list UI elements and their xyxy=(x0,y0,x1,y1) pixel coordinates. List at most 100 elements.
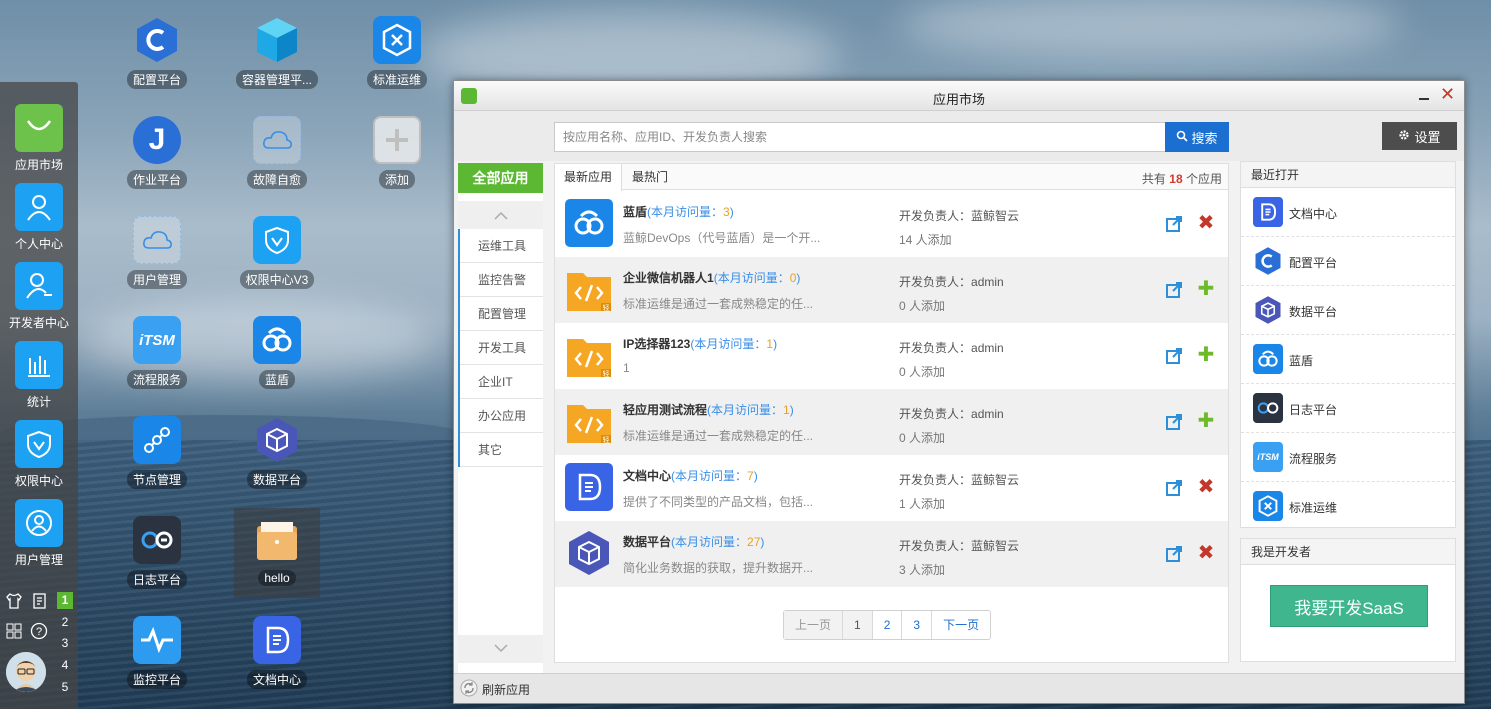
desktop-icon-fault-recovery[interactable]: 故障自愈 xyxy=(232,108,322,198)
recent-item[interactable]: 日志平台 xyxy=(1241,384,1455,433)
app-name[interactable]: 数据平台(本月访问量：27) xyxy=(623,533,764,550)
recent-label: 蓝盾 xyxy=(1289,354,1314,368)
desktop-icon-doc-center[interactable]: 文档中心 xyxy=(232,608,322,698)
recent-item[interactable]: 文档中心 xyxy=(1241,188,1455,237)
remove-icon[interactable]: ✖ xyxy=(1195,476,1217,498)
recent-item[interactable]: 标准运维 xyxy=(1241,482,1455,531)
dock-item-app-market[interactable]: 应用市场 xyxy=(0,104,78,182)
dock-item-user-management[interactable]: 用户管理 xyxy=(0,499,78,577)
avatar[interactable] xyxy=(6,652,46,692)
open-external-icon[interactable] xyxy=(1165,281,1183,299)
close-icon[interactable]: ✕ xyxy=(1440,85,1456,103)
category-item[interactable]: 配置管理 xyxy=(460,297,543,331)
minimize-icon[interactable] xyxy=(1416,87,1432,103)
app-name[interactable]: IP选择器123(本月访问量：1) xyxy=(623,335,777,352)
open-external-icon[interactable] xyxy=(1165,479,1183,497)
desktop-icon-bluekingdevops[interactable]: 蓝盾 xyxy=(232,308,322,398)
category-all-apps[interactable]: 全部应用 xyxy=(458,163,543,193)
desktop-icon-itsm[interactable]: iTSM 流程服务 xyxy=(112,308,202,398)
desktop-icon-standard-ops[interactable]: 标准运维 xyxy=(352,8,442,98)
category-item[interactable]: 监控告警 xyxy=(460,263,543,297)
app-name[interactable]: 蓝盾(本月访问量：3) xyxy=(623,203,734,220)
category-item[interactable]: 运维工具 xyxy=(460,229,543,263)
visits-label: 本月访问量： xyxy=(717,271,790,285)
recent-item[interactable]: 数据平台 xyxy=(1241,286,1455,335)
page-1[interactable]: 1 xyxy=(843,611,873,639)
desktop-icon-label: 故障自愈 xyxy=(246,170,307,189)
workspace-2[interactable]: 2 xyxy=(57,614,73,631)
category-item[interactable]: 开发工具 xyxy=(460,331,543,365)
visits-number: 27 xyxy=(747,535,761,549)
document-icon xyxy=(565,463,613,511)
develop-saas-button[interactable]: 我要开发SaaS xyxy=(1270,585,1428,627)
desktop-icon-add[interactable]: 添加 xyxy=(352,108,442,198)
total-prefix: 共有 xyxy=(1141,172,1166,186)
app-row[interactable]: 文档中心(本月访问量：7) 提供了不同类型的产品文档，包括... 开发负责人：蓝… xyxy=(555,455,1228,521)
app-row[interactable]: 轻 企业微信机器人1(本月访问量：0) 标准运维是通过一套成熟稳定的任... 开… xyxy=(555,257,1228,323)
grid-icon[interactable] xyxy=(5,622,23,640)
tab-latest[interactable]: 最新应用 xyxy=(555,164,623,191)
recent-item[interactable]: iTSM 流程服务 xyxy=(1241,433,1455,482)
desktop-icon-config-platform[interactable]: 配置平台 xyxy=(112,8,202,98)
workspace-3[interactable]: 3 xyxy=(57,635,73,652)
add-icon[interactable]: ✚ xyxy=(1195,344,1217,366)
open-external-icon[interactable] xyxy=(1165,347,1183,365)
cloud-outline-icon xyxy=(133,216,181,264)
next-page-button[interactable]: 下一页 xyxy=(932,611,990,639)
add-icon[interactable]: ✚ xyxy=(1195,278,1217,300)
desktop-icon-node-management[interactable]: 节点管理 xyxy=(112,408,202,498)
category-item[interactable]: 其它 xyxy=(460,433,543,467)
category-scroll-down[interactable] xyxy=(458,635,543,663)
prev-page-button[interactable]: 上一页 xyxy=(784,611,844,639)
workspace-4[interactable]: 4 xyxy=(57,657,73,674)
note-icon[interactable] xyxy=(31,592,49,610)
open-external-icon[interactable] xyxy=(1165,545,1183,563)
desktop-icon-data-platform[interactable]: 数据平台 xyxy=(232,408,322,498)
desktop-icon-job-platform[interactable]: J 作业平台 xyxy=(112,108,202,198)
remove-icon[interactable]: ✖ xyxy=(1195,542,1217,564)
desktop-icon-permission-v3[interactable]: 权限中心V3 xyxy=(232,208,322,298)
folder-icon xyxy=(253,516,301,564)
category-scroll-up[interactable] xyxy=(458,201,543,229)
workspace-1[interactable]: 1 xyxy=(57,592,73,609)
search-input[interactable] xyxy=(554,122,1166,152)
tab-hottest[interactable]: 最热门 xyxy=(623,164,677,190)
recent-item[interactable]: 蓝盾 xyxy=(1241,335,1455,384)
app-row[interactable]: 轻 IP选择器123(本月访问量：1) 1 开发负责人：admin 0 人添加 … xyxy=(555,323,1228,389)
dock-item-developer-center[interactable]: 开发者中心 xyxy=(0,262,78,340)
app-row[interactable]: 蓝盾(本月访问量：3) 蓝鲸DevOps（代号蓝盾）是一个开... 开发负责人：… xyxy=(555,191,1228,257)
dock-item-permission-center[interactable]: 权限中心 xyxy=(0,420,78,498)
page-3[interactable]: 3 xyxy=(902,611,933,639)
desktop-icon-monitor-platform[interactable]: 监控平台 xyxy=(112,608,202,698)
node-graph-icon xyxy=(133,416,181,464)
category-item[interactable]: 企业IT xyxy=(460,365,543,399)
open-external-icon[interactable] xyxy=(1165,413,1183,431)
app-name[interactable]: 文档中心(本月访问量：7) xyxy=(623,467,758,484)
search-button[interactable]: 搜索 xyxy=(1165,122,1229,152)
recent-item[interactable]: 配置平台 xyxy=(1241,237,1455,286)
workspace-5[interactable]: 5 xyxy=(57,679,73,696)
app-name[interactable]: 企业微信机器人1(本月访问量：0) xyxy=(623,269,800,286)
open-external-icon[interactable] xyxy=(1165,215,1183,233)
remove-icon[interactable]: ✖ xyxy=(1195,212,1217,234)
settings-button[interactable]: 设置 xyxy=(1382,122,1457,150)
dock-item-statistics[interactable]: 统计 xyxy=(0,341,78,419)
pagination: 上一页 1 2 3 下一页 xyxy=(783,610,992,640)
desktop-icon-hello-folder[interactable]: hello xyxy=(234,508,320,598)
app-name[interactable]: 轻应用测试流程(本月访问量：1) xyxy=(623,401,794,418)
page-2[interactable]: 2 xyxy=(873,611,903,639)
app-row[interactable]: 数据平台(本月访问量：27) 简化业务数据的获取，提升数据开... 开发负责人：… xyxy=(555,521,1228,587)
dock-item-personal-center[interactable]: 个人中心 xyxy=(0,183,78,261)
code-folder-icon: 轻 xyxy=(565,265,613,313)
desktop-icon-log-platform[interactable]: 日志平台 xyxy=(112,508,202,598)
category-item[interactable]: 办公应用 xyxy=(460,399,543,433)
recent-label: 文档中心 xyxy=(1289,207,1338,221)
app-row[interactable]: 轻 轻应用测试流程(本月访问量：1) 标准运维是通过一套成熟稳定的任... 开发… xyxy=(555,389,1228,455)
add-icon[interactable]: ✚ xyxy=(1195,410,1217,432)
desktop-icon-container-platform[interactable]: 容器管理平... xyxy=(232,8,322,98)
help-icon[interactable]: ? xyxy=(30,622,48,640)
shirt-icon[interactable] xyxy=(5,592,23,610)
desktop-icon-user-management[interactable]: 用户管理 xyxy=(112,208,202,298)
window-titlebar[interactable]: 应用市场 ✕ xyxy=(454,81,1464,111)
refresh-apps-button[interactable]: 刷新应用 xyxy=(460,679,530,699)
